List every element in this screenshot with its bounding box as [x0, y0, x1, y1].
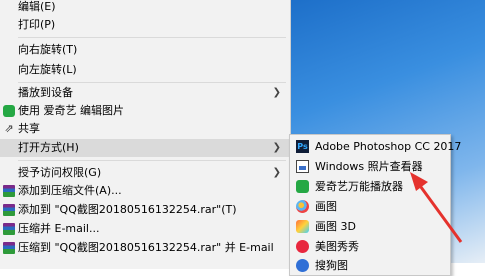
menu-item-add-to-rar[interactable]: 添加到 "QQ截图20180516132254.rar"(T)	[0, 201, 290, 219]
winrar-icon	[3, 223, 15, 235]
menu-separator	[18, 37, 286, 38]
paint-3d-icon	[296, 220, 309, 233]
open-with-submenu: Ps Adobe Photoshop CC 2017 Windows 照片查看器…	[289, 134, 461, 276]
menu-separator	[18, 82, 286, 83]
menu-item-edit-with-iqiyi[interactable]: 使用 爱奇艺 编辑图片	[0, 102, 290, 120]
menu-item-compress-rar-email[interactable]: 压缩到 "QQ截图20180516132254.rar" 并 E-mail	[0, 239, 290, 257]
winrar-icon	[3, 185, 15, 197]
iqiyi-player-icon	[296, 180, 309, 193]
paint-icon	[296, 200, 309, 213]
chevron-right-icon: ❯	[272, 87, 281, 98]
open-with-iqiyi-player[interactable]: 爱奇艺万能播放器	[290, 177, 450, 197]
menu-item-rotate-left[interactable]: 向左旋转(L)	[0, 61, 290, 79]
open-with-paint-3d[interactable]: 画图 3D	[290, 217, 450, 237]
open-with-meitu[interactable]: 美图秀秀	[290, 237, 450, 257]
meitu-icon	[296, 240, 309, 253]
winrar-icon	[3, 242, 15, 254]
menu-item-edit[interactable]: 编辑(E)	[0, 0, 290, 16]
menu-item-cast-to-device[interactable]: 播放到设备 ❯	[0, 84, 290, 102]
share-icon: ⇗	[4, 122, 14, 135]
menu-item-share[interactable]: ⇗ 共享	[0, 120, 290, 138]
context-menu: 编辑(E) 打印(P) 向右旋转(T) 向左旋转(L) 播放到设备 ❯ 使用 爱…	[0, 0, 291, 269]
photoshop-icon: Ps	[296, 140, 309, 153]
menu-item-add-to-archive[interactable]: 添加到压缩文件(A)...	[0, 182, 290, 200]
menu-item-open-with[interactable]: 打开方式(H) ❯	[0, 139, 290, 157]
menu-separator	[18, 160, 286, 161]
menu-item-print[interactable]: 打印(P)	[0, 16, 290, 34]
chevron-right-icon: ❯	[272, 167, 281, 178]
sogou-icon	[296, 259, 309, 272]
open-with-photoshop[interactable]: Ps Adobe Photoshop CC 2017	[290, 137, 461, 157]
winrar-icon	[3, 204, 15, 216]
menu-item-grant-access[interactable]: 授予访问权限(G) ❯	[0, 164, 290, 182]
menu-item-rotate-right[interactable]: 向右旋转(T)	[0, 41, 290, 59]
open-with-paint[interactable]: 画图	[290, 197, 450, 217]
chevron-right-icon: ❯	[272, 142, 281, 153]
menu-item-compress-email[interactable]: 压缩并 E-mail...	[0, 220, 290, 238]
open-with-windows-photo-viewer[interactable]: Windows 照片查看器	[290, 157, 450, 177]
iqiyi-icon	[3, 105, 15, 117]
open-with-sogou[interactable]: 搜狗图	[290, 256, 450, 276]
photo-viewer-icon	[296, 160, 309, 173]
